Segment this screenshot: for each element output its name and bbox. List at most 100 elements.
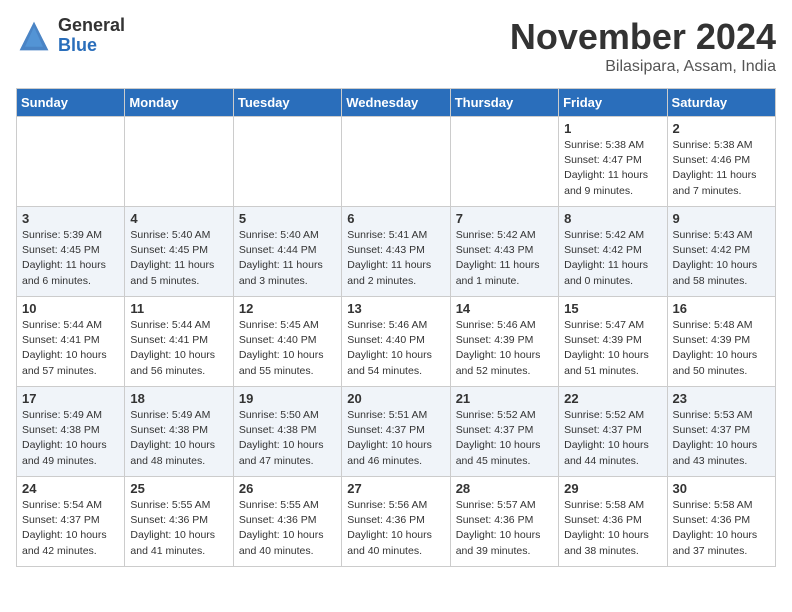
cell-info: Sunrise: 5:50 AM Sunset: 4:38 PM Dayligh… <box>239 408 336 469</box>
week-row-5: 24 Sunrise: 5:54 AM Sunset: 4:37 PM Dayli… <box>17 477 776 567</box>
calendar-cell: 26Sunrise: 5:55 AM Sunset: 4:36 PM Dayli… <box>233 477 341 567</box>
day-number: 25 <box>130 481 227 496</box>
calendar-cell: 9 Sunrise: 5:43 AM Sunset: 4:42 PM Daylig… <box>667 207 775 297</box>
calendar-cell: 10 Sunrise: 5:44 AM Sunset: 4:41 PM Dayli… <box>17 297 125 387</box>
cell-info: Sunrise: 5:38 AM Sunset: 4:47 PM Dayligh… <box>564 138 661 199</box>
day-number: 18 <box>130 391 227 406</box>
day-number: 23 <box>673 391 770 406</box>
cell-info: Sunrise: 5:58 AM Sunset: 4:36 PM Dayligh… <box>673 498 770 559</box>
cell-info: Sunrise: 5:40 AM Sunset: 4:44 PM Dayligh… <box>239 228 336 289</box>
day-number: 16 <box>673 301 770 316</box>
cell-info: Sunrise: 5:49 AM Sunset: 4:38 PM Dayligh… <box>22 408 119 469</box>
logo: General Blue <box>16 16 125 56</box>
logo-general-text: General <box>58 16 125 36</box>
calendar-cell: 17 Sunrise: 5:49 AM Sunset: 4:38 PM Dayli… <box>17 387 125 477</box>
header: General Blue November 2024 Bilasipara, A… <box>16 16 776 76</box>
day-number: 26 <box>239 481 336 496</box>
week-row-3: 10 Sunrise: 5:44 AM Sunset: 4:41 PM Dayli… <box>17 297 776 387</box>
cell-info: Sunrise: 5:42 AM Sunset: 4:42 PM Dayligh… <box>564 228 661 289</box>
calendar-cell: 19 Sunrise: 5:50 AM Sunset: 4:38 PM Dayli… <box>233 387 341 477</box>
day-number: 20 <box>347 391 444 406</box>
day-number: 14 <box>456 301 553 316</box>
day-number: 2 <box>673 121 770 136</box>
day-number: 15 <box>564 301 661 316</box>
col-header-friday: Friday <box>559 89 667 117</box>
calendar-cell: 5 Sunrise: 5:40 AM Sunset: 4:44 PM Daylig… <box>233 207 341 297</box>
cell-info: Sunrise: 5:44 AM Sunset: 4:41 PM Dayligh… <box>22 318 119 379</box>
day-number: 21 <box>456 391 553 406</box>
day-number: 6 <box>347 211 444 226</box>
cell-info: Sunrise: 5:38 AM Sunset: 4:46 PM Dayligh… <box>673 138 770 199</box>
logo-blue-text: Blue <box>58 36 125 56</box>
calendar-cell: 7 Sunrise: 5:42 AM Sunset: 4:43 PM Daylig… <box>450 207 558 297</box>
col-header-monday: Monday <box>125 89 233 117</box>
calendar-cell: 4Sunrise: 5:40 AM Sunset: 4:45 PM Daylig… <box>125 207 233 297</box>
calendar-cell <box>17 117 125 207</box>
day-number: 19 <box>239 391 336 406</box>
day-number: 12 <box>239 301 336 316</box>
calendar-cell <box>450 117 558 207</box>
col-header-thursday: Thursday <box>450 89 558 117</box>
cell-info: Sunrise: 5:54 AM Sunset: 4:37 PM Dayligh… <box>22 498 119 559</box>
week-row-4: 17 Sunrise: 5:49 AM Sunset: 4:38 PM Dayli… <box>17 387 776 477</box>
cell-info: Sunrise: 5:48 AM Sunset: 4:39 PM Dayligh… <box>673 318 770 379</box>
month-title: November 2024 <box>510 16 776 58</box>
calendar-cell: 12Sunrise: 5:45 AM Sunset: 4:40 PM Dayli… <box>233 297 341 387</box>
cell-info: Sunrise: 5:44 AM Sunset: 4:41 PM Dayligh… <box>130 318 227 379</box>
title-area: November 2024 Bilasipara, Assam, India <box>510 16 776 76</box>
calendar-cell: 29 Sunrise: 5:58 AM Sunset: 4:36 PM Dayli… <box>559 477 667 567</box>
calendar-cell: 14 Sunrise: 5:46 AM Sunset: 4:39 PM Dayli… <box>450 297 558 387</box>
calendar-cell: 25 Sunrise: 5:55 AM Sunset: 4:36 PM Dayli… <box>125 477 233 567</box>
cell-info: Sunrise: 5:46 AM Sunset: 4:40 PM Dayligh… <box>347 318 444 379</box>
cell-info: Sunrise: 5:47 AM Sunset: 4:39 PM Dayligh… <box>564 318 661 379</box>
cell-info: Sunrise: 5:53 AM Sunset: 4:37 PM Dayligh… <box>673 408 770 469</box>
day-number: 8 <box>564 211 661 226</box>
calendar-cell: 8 Sunrise: 5:42 AM Sunset: 4:42 PM Daylig… <box>559 207 667 297</box>
day-number: 22 <box>564 391 661 406</box>
col-header-sunday: Sunday <box>17 89 125 117</box>
day-number: 28 <box>456 481 553 496</box>
day-number: 9 <box>673 211 770 226</box>
col-header-wednesday: Wednesday <box>342 89 450 117</box>
calendar-cell <box>125 117 233 207</box>
day-number: 4 <box>130 211 227 226</box>
cell-info: Sunrise: 5:43 AM Sunset: 4:42 PM Dayligh… <box>673 228 770 289</box>
cell-info: Sunrise: 5:39 AM Sunset: 4:45 PM Dayligh… <box>22 228 119 289</box>
logo-text: General Blue <box>58 16 125 56</box>
cell-info: Sunrise: 5:58 AM Sunset: 4:36 PM Dayligh… <box>564 498 661 559</box>
day-number: 11 <box>130 301 227 316</box>
logo-icon <box>16 18 52 54</box>
day-number: 17 <box>22 391 119 406</box>
cell-info: Sunrise: 5:51 AM Sunset: 4:37 PM Dayligh… <box>347 408 444 469</box>
cell-info: Sunrise: 5:57 AM Sunset: 4:36 PM Dayligh… <box>456 498 553 559</box>
col-header-saturday: Saturday <box>667 89 775 117</box>
cell-info: Sunrise: 5:52 AM Sunset: 4:37 PM Dayligh… <box>564 408 661 469</box>
cell-info: Sunrise: 5:46 AM Sunset: 4:39 PM Dayligh… <box>456 318 553 379</box>
header-row: SundayMondayTuesdayWednesdayThursdayFrid… <box>17 89 776 117</box>
calendar-cell: 2 Sunrise: 5:38 AM Sunset: 4:46 PM Daylig… <box>667 117 775 207</box>
cell-info: Sunrise: 5:49 AM Sunset: 4:38 PM Dayligh… <box>130 408 227 469</box>
cell-info: Sunrise: 5:41 AM Sunset: 4:43 PM Dayligh… <box>347 228 444 289</box>
calendar-cell: 22 Sunrise: 5:52 AM Sunset: 4:37 PM Dayli… <box>559 387 667 477</box>
day-number: 13 <box>347 301 444 316</box>
cell-info: Sunrise: 5:55 AM Sunset: 4:36 PM Dayligh… <box>130 498 227 559</box>
week-row-1: 1 Sunrise: 5:38 AM Sunset: 4:47 PM Daylig… <box>17 117 776 207</box>
day-number: 10 <box>22 301 119 316</box>
location-title: Bilasipara, Assam, India <box>510 58 776 76</box>
calendar-cell: 18 Sunrise: 5:49 AM Sunset: 4:38 PM Dayli… <box>125 387 233 477</box>
cell-info: Sunrise: 5:42 AM Sunset: 4:43 PM Dayligh… <box>456 228 553 289</box>
day-number: 7 <box>456 211 553 226</box>
calendar-cell: 13 Sunrise: 5:46 AM Sunset: 4:40 PM Dayli… <box>342 297 450 387</box>
day-number: 30 <box>673 481 770 496</box>
day-number: 27 <box>347 481 444 496</box>
day-number: 1 <box>564 121 661 136</box>
day-number: 5 <box>239 211 336 226</box>
calendar-cell <box>233 117 341 207</box>
day-number: 24 <box>22 481 119 496</box>
calendar-cell: 6 Sunrise: 5:41 AM Sunset: 4:43 PM Daylig… <box>342 207 450 297</box>
day-number: 29 <box>564 481 661 496</box>
calendar-table: SundayMondayTuesdayWednesdayThursdayFrid… <box>16 88 776 567</box>
calendar-cell: 11 Sunrise: 5:44 AM Sunset: 4:41 PM Dayli… <box>125 297 233 387</box>
cell-info: Sunrise: 5:52 AM Sunset: 4:37 PM Dayligh… <box>456 408 553 469</box>
calendar-cell: 24 Sunrise: 5:54 AM Sunset: 4:37 PM Dayli… <box>17 477 125 567</box>
